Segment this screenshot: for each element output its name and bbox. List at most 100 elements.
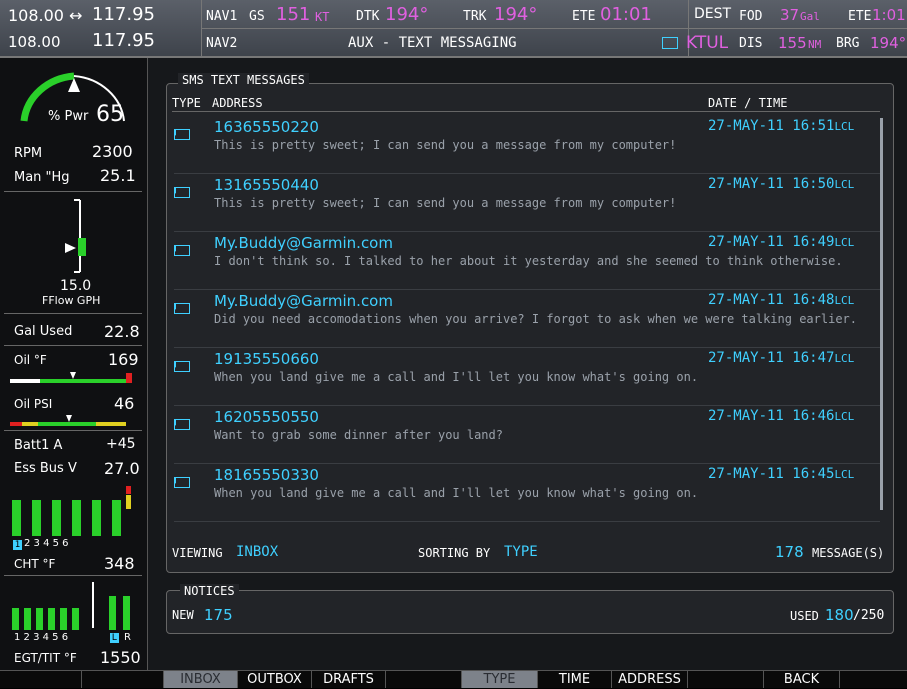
com1-standby-frequency[interactable]: 117.95 bbox=[92, 4, 155, 25]
message-address: My.Buddy@Garmin.com bbox=[214, 292, 393, 310]
message-datetime: 27-MAY-11 16:51LCL bbox=[708, 118, 855, 134]
dis-label: DIS bbox=[739, 36, 763, 51]
brg-value: 194° bbox=[870, 34, 907, 52]
fuel-flow-value: 15.0 bbox=[60, 278, 92, 294]
com1-active-frequency[interactable]: 108.00 ↔ bbox=[8, 6, 82, 25]
envelope-icon bbox=[174, 361, 190, 372]
message-text: When you land give me a call and I'll le… bbox=[214, 486, 699, 500]
message-address: 16205550550 bbox=[214, 408, 319, 426]
message-row[interactable]: 19135550660 When you land give me a call … bbox=[174, 348, 880, 406]
com2-active-frequency[interactable]: 108.00 bbox=[8, 33, 61, 51]
rpm-value: 2300 bbox=[92, 142, 133, 161]
softkey-inbox[interactable]: INBOX bbox=[164, 671, 238, 688]
oil-psi-label: Oil PSI bbox=[14, 397, 53, 411]
message-datetime: 27-MAY-11 16:48LCL bbox=[708, 292, 855, 308]
oil-psi-value: 46 bbox=[114, 394, 135, 413]
message-datetime: 27-MAY-11 16:50LCL bbox=[708, 176, 855, 192]
ess-bus-label: Ess Bus V bbox=[14, 461, 77, 476]
softkey-blank-5[interactable] bbox=[840, 671, 907, 688]
softkey-bar: INBOX OUTBOX DRAFTS TYPE TIME ADDRESS BA… bbox=[0, 670, 907, 688]
message-address: 16365550220 bbox=[214, 118, 319, 136]
dtk-value: 194° bbox=[385, 4, 429, 25]
softkey-blank-3[interactable] bbox=[386, 671, 462, 688]
envelope-icon bbox=[174, 245, 190, 256]
ete2-label: ETE bbox=[848, 9, 872, 24]
egt-cylinder-numbers: 1 2 3 4 5 6 bbox=[14, 632, 69, 643]
cht-cylinder-numbers: 2 3 4 5 6 bbox=[24, 538, 69, 549]
cht-value: 348 bbox=[104, 554, 135, 573]
envelope-icon bbox=[174, 187, 190, 198]
column-header-datetime[interactable]: DATE / TIME bbox=[708, 96, 787, 110]
envelope-icon bbox=[174, 129, 190, 140]
notices-used-label: USED bbox=[790, 609, 819, 623]
message-row[interactable]: 16205550550 Want to grab some dinner afte… bbox=[174, 406, 880, 464]
manifold-label: Man "Hg bbox=[14, 170, 70, 185]
softkey-blank-4[interactable] bbox=[688, 671, 764, 688]
message-text: Want to grab some dinner after you land? bbox=[214, 428, 503, 442]
notices-new-label: NEW bbox=[172, 608, 194, 622]
notices-box bbox=[166, 590, 894, 634]
engine-indication-strip: % Pwr 65 RPM 2300 Man "Hg 25.1 15.0 FFlo… bbox=[0, 58, 148, 670]
egt-left-indicator: L bbox=[110, 633, 119, 643]
fuel-flow-vertical-gauge bbox=[65, 199, 86, 273]
envelope-icon bbox=[174, 419, 190, 430]
message-row[interactable]: My.Buddy@Garmin.com Did you need accomoda… bbox=[174, 290, 880, 348]
viewing-value: INBOX bbox=[236, 544, 279, 560]
fod-value: 37 bbox=[780, 6, 800, 24]
cht-bar-graph bbox=[10, 478, 134, 536]
message-datetime: 27-MAY-11 16:45LCL bbox=[708, 466, 855, 482]
message-address: 19135550660 bbox=[214, 350, 319, 368]
sms-box-title: SMS TEXT MESSAGES bbox=[178, 73, 309, 87]
dest-label: DEST bbox=[694, 6, 732, 22]
column-header-type[interactable]: TYPE bbox=[172, 96, 201, 110]
ete-value: 01:01 bbox=[600, 4, 652, 25]
message-row[interactable]: 13165550440 This is pretty sweet; I can s… bbox=[174, 174, 880, 232]
egt-bar-graph bbox=[10, 582, 134, 630]
gal-used-value: 22.8 bbox=[104, 322, 140, 341]
sorting-label: SORTING BY bbox=[418, 546, 491, 560]
ess-bus-value: 27.0 bbox=[104, 459, 140, 478]
egt-value: 1550 bbox=[100, 648, 141, 667]
message-text: This is pretty sweet; I can send you a m… bbox=[214, 138, 677, 152]
dis-unit: NM bbox=[808, 38, 822, 51]
notices-new-value: 175 bbox=[204, 606, 233, 624]
message-row[interactable]: 16365550220 This is pretty sweet; I can s… bbox=[174, 116, 880, 174]
egt-label: EGT/TIT °F bbox=[14, 651, 77, 665]
message-text: This is pretty sweet; I can send you a m… bbox=[214, 196, 677, 210]
battery-amps-label: Batt1 A bbox=[14, 438, 63, 453]
message-count-value: 178 bbox=[775, 543, 804, 561]
softkey-back[interactable]: BACK bbox=[764, 671, 840, 688]
oil-temp-value: 169 bbox=[108, 350, 139, 369]
gs-value: 151 bbox=[276, 4, 311, 25]
softkey-sort-address[interactable]: ADDRESS bbox=[612, 671, 688, 688]
softkey-drafts[interactable]: DRAFTS bbox=[312, 671, 386, 688]
softkey-sort-time[interactable]: TIME bbox=[538, 671, 612, 688]
gs-unit: KT bbox=[315, 10, 330, 24]
brg-label: BRG bbox=[836, 36, 860, 51]
notices-used-total: /250 bbox=[853, 608, 885, 623]
message-address: My.Buddy@Garmin.com bbox=[214, 234, 393, 252]
message-address: 18165550330 bbox=[214, 466, 319, 484]
row-divider bbox=[174, 521, 880, 522]
softkey-sort-type[interactable]: TYPE bbox=[462, 671, 538, 688]
viewing-label: VIEWING bbox=[172, 546, 223, 560]
softkey-outbox[interactable]: OUTBOX bbox=[238, 671, 312, 688]
softkey-blank-2[interactable] bbox=[82, 671, 164, 688]
message-list-scrollbar[interactable] bbox=[880, 118, 883, 510]
fod-unit: Gal bbox=[800, 10, 820, 23]
message-datetime: 27-MAY-11 16:49LCL bbox=[708, 234, 855, 250]
rpm-label: RPM bbox=[14, 146, 43, 161]
oil-pressure-bar bbox=[10, 415, 126, 426]
gs-label: GS bbox=[249, 9, 265, 24]
trk-label: TRK bbox=[463, 9, 487, 24]
nav2-label: NAV2 bbox=[206, 36, 238, 51]
softkey-blank-1[interactable] bbox=[0, 671, 82, 688]
column-header-address[interactable]: ADDRESS bbox=[212, 96, 263, 110]
message-row[interactable]: My.Buddy@Garmin.com I don't think so. I t… bbox=[174, 232, 880, 290]
com2-standby-frequency[interactable]: 117.95 bbox=[92, 30, 155, 51]
fod-label: FOD bbox=[739, 9, 763, 24]
oil-temp-label: Oil °F bbox=[14, 353, 47, 367]
nav1-label: NAV1 bbox=[206, 9, 238, 24]
message-datetime: 27-MAY-11 16:47LCL bbox=[708, 350, 855, 366]
message-row[interactable]: 18165550330 When you land give me a call … bbox=[174, 464, 880, 522]
